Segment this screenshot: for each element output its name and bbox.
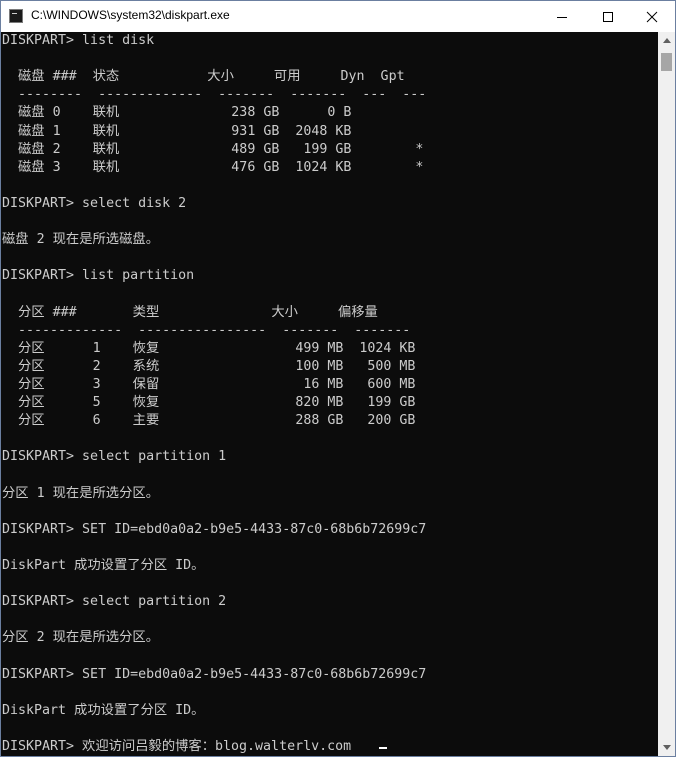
console-line: 分区 2 系统 100 MB 500 MB bbox=[2, 358, 416, 374]
console-line: DISKPART> SET ID=ebd0a0a2-b9e5-4433-87c0… bbox=[2, 521, 427, 537]
text-cursor bbox=[379, 747, 387, 749]
console-line: DISKPART> SET ID=ebd0a0a2-b9e5-4433-87c0… bbox=[2, 666, 427, 682]
console-line: 分区 5 恢复 820 MB 199 GB bbox=[2, 395, 416, 410]
console-output[interactable]: DISKPART> list disk 磁盘 ### 状态 大小 可用 Dyn … bbox=[1, 32, 658, 756]
console-line: 磁盘 2 现在是所选磁盘。 bbox=[2, 232, 159, 248]
console-line: DiskPart 成功设置了分区 ID。 bbox=[2, 557, 205, 573]
vertical-scrollbar[interactable] bbox=[658, 32, 675, 756]
console-line: DISKPART> 欢迎访问吕毅的博客：blog.walterlv.com bbox=[2, 738, 352, 754]
console-line: 磁盘 2 联机 489 GB 199 GB * bbox=[2, 141, 424, 157]
maximize-button[interactable] bbox=[585, 1, 631, 32]
minimize-button[interactable] bbox=[539, 1, 585, 32]
console-app-icon[interactable] bbox=[9, 9, 23, 23]
console-line: 分区 1 恢复 499 MB 1024 KB bbox=[2, 340, 416, 356]
console-line: -------- ------------- ------- ------- -… bbox=[2, 87, 427, 103]
console-line: 分区 2 现在是所选分区。 bbox=[2, 630, 159, 646]
console-line: 磁盘 3 联机 476 GB 1024 KB * bbox=[2, 159, 424, 175]
scroll-up-arrow-icon bbox=[662, 38, 671, 43]
scroll-down-arrow-icon bbox=[662, 745, 671, 750]
close-icon bbox=[646, 11, 658, 22]
title-bar[interactable]: C:\WINDOWS\system32\diskpart.exe bbox=[1, 1, 675, 32]
console-line: DiskPart 成功设置了分区 ID。 bbox=[2, 702, 205, 718]
console-line: DISKPART> list partition bbox=[2, 268, 195, 284]
console-line: 分区 6 主要 288 GB 200 GB bbox=[2, 413, 416, 429]
close-button[interactable] bbox=[629, 1, 675, 32]
console-line: ------------- ---------------- ------- -… bbox=[2, 322, 411, 338]
console-line: DISKPART> select partition 2 bbox=[2, 594, 227, 610]
scroll-up-button[interactable] bbox=[658, 32, 675, 49]
console-line: 磁盘 ### 状态 大小 可用 Dyn Gpt bbox=[2, 69, 405, 85]
scroll-down-button[interactable] bbox=[658, 739, 675, 756]
console-line: 磁盘 1 联机 931 GB 2048 KB bbox=[2, 123, 352, 139]
window-title: C:\WINDOWS\system32\diskpart.exe bbox=[31, 8, 230, 22]
console-line: DISKPART> select partition 1 bbox=[2, 449, 227, 465]
console-line: 分区 3 保留 16 MB 600 MB bbox=[2, 376, 416, 392]
maximize-icon bbox=[603, 11, 613, 22]
console-line: 分区 1 现在是所选分区。 bbox=[2, 485, 159, 501]
console-window: C:\WINDOWS\system32\diskpart.exe DISKPAR… bbox=[0, 0, 676, 757]
console-line: DISKPART> select disk 2 bbox=[2, 195, 187, 211]
console-line: 磁盘 0 联机 238 GB 0 B bbox=[2, 105, 352, 121]
console-line: DISKPART> list disk bbox=[2, 33, 155, 48]
minimize-icon bbox=[557, 16, 567, 18]
scrollbar-thumb[interactable] bbox=[661, 53, 672, 71]
console-line: 分区 ### 类型 大小 偏移量 bbox=[2, 304, 378, 320]
